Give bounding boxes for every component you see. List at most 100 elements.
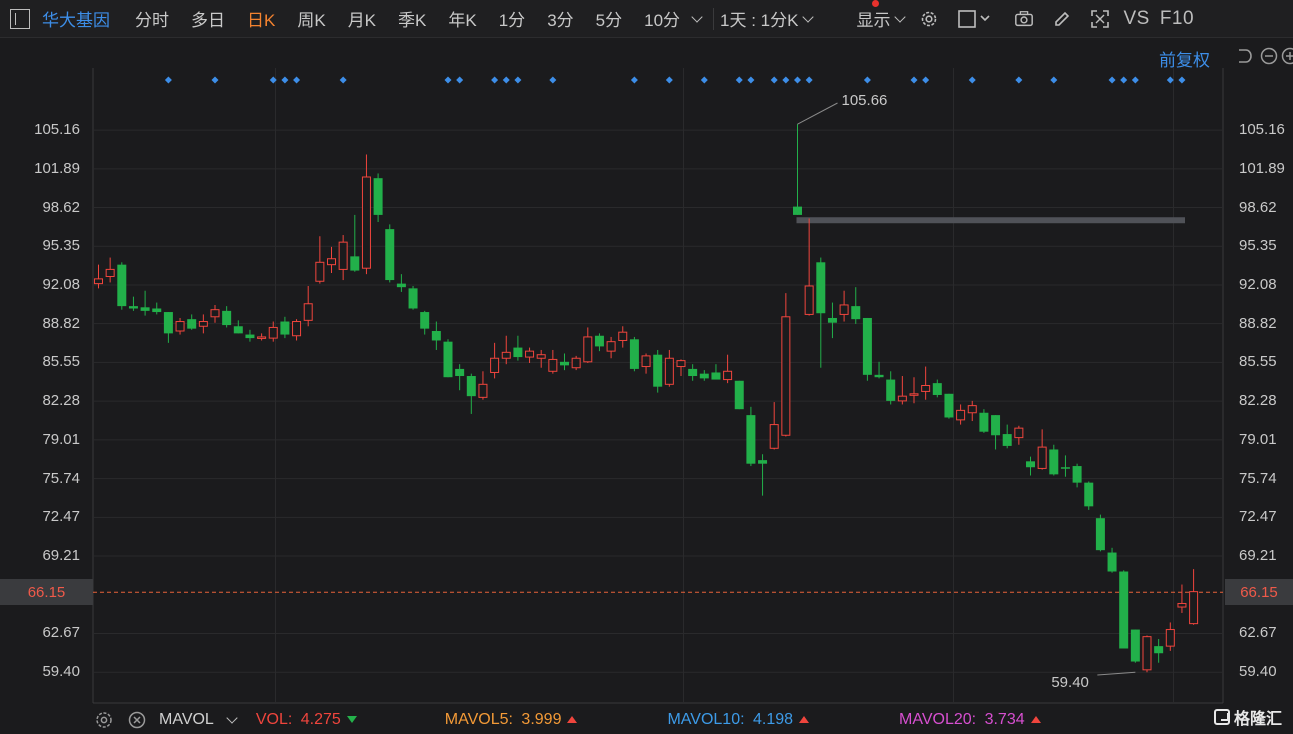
y-tick-label-right: 62.67 (1239, 624, 1277, 642)
vs-compare-button[interactable]: VS (1123, 8, 1149, 30)
indicator-settings-gear-icon[interactable] (94, 710, 114, 730)
notification-dot (872, 0, 879, 7)
y-tick-label-right: 88.82 (1239, 314, 1277, 332)
up-arrow-icon (1030, 716, 1041, 724)
candle-body (233, 326, 243, 334)
event-marker-icon (630, 76, 638, 84)
event-marker-icon (1015, 76, 1023, 84)
candle-body (793, 206, 802, 215)
event-marker-icon (782, 76, 790, 84)
candle-body (769, 424, 779, 449)
candle-body (1142, 636, 1152, 671)
y-tick-label-left: 95.35 (42, 237, 80, 255)
pencil-draw-icon[interactable] (1052, 9, 1072, 29)
candle-body (711, 372, 721, 380)
period-tab[interactable]: 年K (437, 6, 487, 31)
zoom-out-icon[interactable] (1260, 47, 1278, 65)
event-marker-icon (700, 76, 708, 84)
candle-body (385, 229, 395, 281)
current-price-label-right: 66.15 (1225, 579, 1293, 606)
candle-body (804, 285, 814, 315)
candle-body (1177, 602, 1187, 608)
logo-mark-icon (1214, 709, 1230, 725)
chevron-down-icon (802, 10, 815, 23)
interval-select[interactable]: 1天 : 1分K (720, 6, 818, 31)
ma5-readout: MAVOL5: 3.999 (445, 711, 578, 729)
fullscreen-icon[interactable] (1090, 9, 1110, 29)
candle-body (653, 354, 663, 387)
undo-icon[interactable] (1234, 47, 1252, 65)
candle-body (629, 339, 639, 369)
display-menu-label: 显示 (856, 11, 891, 30)
event-marker-icon (502, 76, 510, 84)
candle-body (292, 321, 302, 337)
current-price-label-left: 66.15 (0, 579, 93, 606)
event-marker-icon (968, 76, 976, 84)
period-tab[interactable]: 日K (236, 6, 286, 31)
period-tab[interactable]: 3分 (536, 6, 584, 31)
period-tab[interactable]: 月K (337, 6, 387, 31)
event-marker-icon (514, 76, 522, 84)
event-marker-icon (1131, 76, 1139, 84)
candle-body (455, 368, 465, 377)
event-marker-icon (1178, 76, 1186, 84)
candle-body (1026, 461, 1035, 468)
candle-body (641, 355, 651, 368)
y-tick-label-left: 98.62 (42, 198, 80, 216)
display-menu[interactable]: 显示 (856, 6, 910, 31)
candle-body (525, 350, 535, 358)
candle-body (583, 336, 593, 363)
candle-body (618, 331, 628, 341)
candle-body (315, 261, 325, 282)
y-tick-label-right: 69.21 (1239, 546, 1277, 564)
period-tab[interactable]: 周K (286, 6, 336, 31)
low-annotation-label: 59.40 (1051, 674, 1089, 691)
y-tick-label-left: 59.40 (42, 663, 80, 681)
candle-body (1119, 571, 1129, 649)
period-tab[interactable]: 分时 (124, 6, 180, 31)
candle-body (734, 380, 744, 410)
indicator-name[interactable]: MAVOL (159, 711, 214, 729)
more-periods-chevron-icon[interactable] (691, 10, 703, 23)
period-tab[interactable]: 5分 (585, 6, 633, 31)
y-tick-label-right: 92.08 (1239, 276, 1277, 294)
vol-label: VOL: (255, 711, 293, 728)
candle-body (944, 393, 954, 418)
sidebar-toggle-icon[interactable] (10, 8, 30, 29)
ma5-label: MAVOL5: (444, 711, 513, 728)
zoom-in-icon[interactable] (1281, 47, 1293, 65)
candle-body (886, 379, 896, 401)
candle-body (163, 312, 173, 334)
price-adjustment-toggle[interactable]: 前复权 (1159, 46, 1210, 71)
period-tab[interactable]: 10分 (633, 6, 691, 31)
candle-body (443, 341, 453, 378)
event-marker-icon (863, 76, 871, 84)
candle-body (128, 306, 138, 309)
interval-select-label: 1天 : 1分K (720, 11, 799, 30)
candle-body (746, 415, 756, 464)
candlestick-chart[interactable]: 105.66 59.40 (0, 0, 1293, 734)
indicator-close-icon[interactable] (127, 710, 147, 730)
camera-icon[interactable] (1014, 9, 1034, 29)
period-tab[interactable]: 季K (387, 6, 437, 31)
chart-type-icon[interactable] (957, 9, 993, 29)
ma20-value: 3.734 (984, 711, 1025, 728)
candle-body (758, 460, 768, 464)
stock-name[interactable]: 华大基因 (42, 6, 110, 31)
candle-body (303, 303, 313, 321)
settings-gear-icon[interactable] (919, 9, 939, 29)
f10-button[interactable]: F10 (1160, 8, 1194, 30)
indicator-chevron-down-icon[interactable] (226, 712, 238, 724)
event-marker-icon (456, 76, 464, 84)
y-tick-label-right: 79.01 (1239, 430, 1277, 448)
event-marker-icon (665, 76, 673, 84)
event-marker-icon (339, 76, 347, 84)
y-tick-label-right: 85.55 (1239, 353, 1277, 371)
period-tab[interactable]: 多日 (180, 6, 236, 31)
candle-body (560, 361, 569, 366)
period-tab[interactable]: 1分 (488, 6, 536, 31)
high-annotation-leader (797, 102, 838, 125)
candle-body (664, 357, 674, 385)
period-tabs: 分时 多日 日K 周K 月K 季K 年K 1分 3分 5分 10分 (124, 6, 691, 31)
candle-body (431, 331, 441, 341)
